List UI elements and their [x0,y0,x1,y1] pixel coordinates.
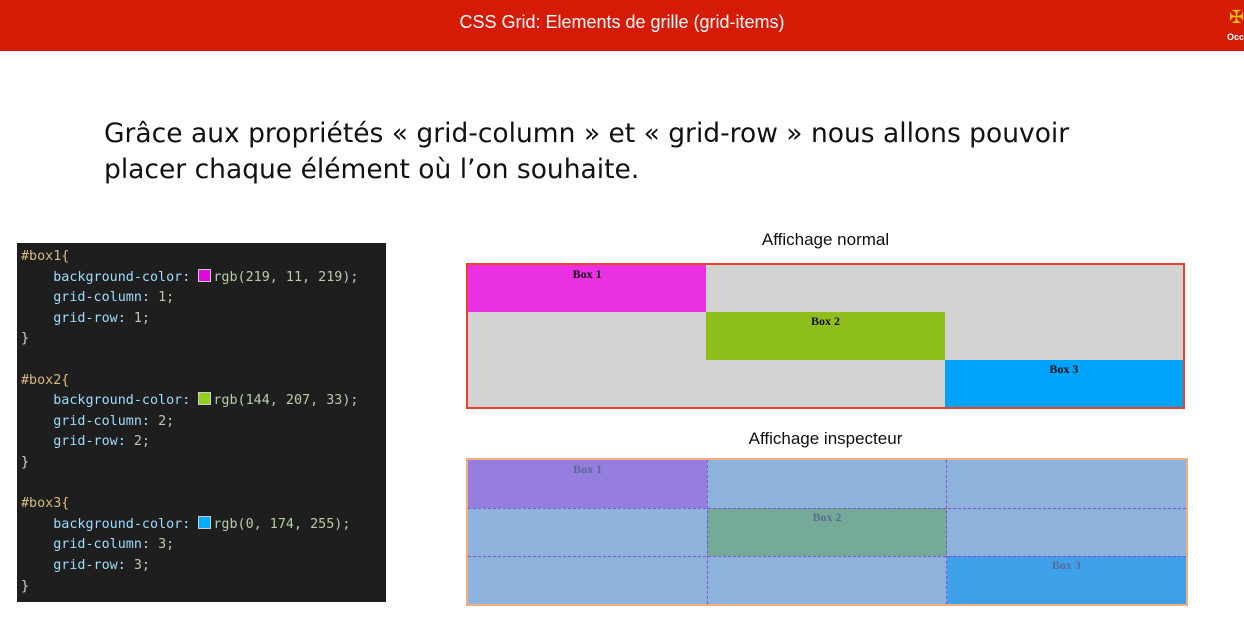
inspector-box-1: Box 1 [468,460,708,508]
normal-view-caption: Affichage normal [761,230,890,249]
css-property: grid-row: [53,310,126,326]
intro-paragraph: Grâce aux propriétés « grid-column » et … [104,116,1154,188]
css-property: background-color: [53,269,191,285]
grid-column-line [946,460,947,604]
css-value: rgb(144, 207, 33); [213,393,359,409]
slide-title: CSS Grid: Elements de grille (grid-items… [459,12,785,32]
inspector-view-caption: Affichage inspecteur [748,429,903,448]
css-property: grid-column: [53,290,150,306]
css-value: 3; [158,537,175,553]
grid-row-line [468,508,1186,509]
grid-box-3: Box 3 [944,359,1183,407]
css-code-panel: #box1{ background-color: rgb(219, 11, 21… [17,243,386,602]
css-value: rgb(0, 174, 255); [213,516,351,532]
css-rule-box3: #box3{ background-color: rgb(0, 174, 255… [21,494,386,597]
inspector-box-2: Box 2 [707,508,947,556]
css-value: rgb(219, 11, 219); [213,269,359,285]
color-swatch-icon[interactable] [198,392,212,406]
grid-row-line [468,556,1186,557]
css-property: background-color: [53,393,191,409]
occitan-cross-icon: ✠ [1229,7,1244,27]
css-property: grid-row: [53,557,126,573]
grid-box-2: Box 2 [706,312,945,360]
region-logo: ✠ Occ [1223,6,1244,48]
intro-line-2: placer chaque élément où l’on souhaite. [104,154,640,185]
css-value: 2; [158,413,175,429]
css-value: 1; [158,290,175,306]
inspector-box-3: Box 3 [946,556,1186,604]
css-property: grid-column: [53,413,150,429]
css-rule-box2: #box2{ background-color: rgb(144, 207, 3… [21,371,386,474]
grid-box-1: Box 1 [468,265,707,313]
css-selector: #box3{ [21,496,70,512]
css-close-brace: } [21,578,30,594]
title-bar: CSS Grid: Elements de grille (grid-items… [0,0,1244,51]
css-rule-box1: #box1{ background-color: rgb(219, 11, 21… [21,247,386,350]
inspector-grid-preview: Box 1 Box 2 Box 3 [466,458,1188,606]
css-value: 3; [133,557,150,573]
css-property: grid-row: [53,434,126,450]
css-close-brace: } [21,454,30,470]
color-swatch-icon[interactable] [198,515,212,529]
intro-line-1: Grâce aux propriétés « grid-column » et … [104,118,1070,149]
css-value: 1; [133,310,150,326]
css-close-brace: } [21,331,30,347]
css-value: 2; [133,434,150,450]
css-selector: #box1{ [21,249,70,264]
css-property: grid-column: [53,537,150,553]
css-property: background-color: [53,516,191,532]
logo-text: Occ [1227,32,1244,42]
normal-grid-preview: Box 1 Box 2 Box 3 [466,263,1185,409]
css-selector: #box2{ [21,372,70,388]
color-swatch-icon[interactable] [198,268,212,282]
grid-column-line [707,460,708,604]
